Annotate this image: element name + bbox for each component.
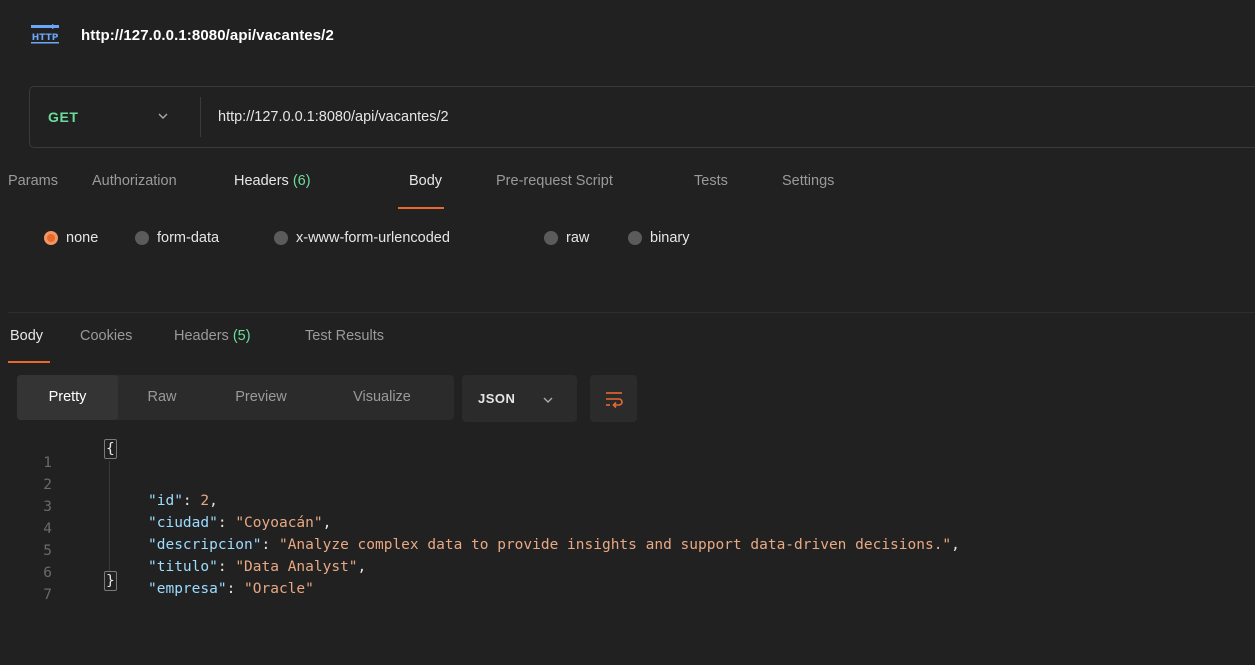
view-pretty-button[interactable]: Pretty [17, 375, 118, 420]
chevron-down-icon [543, 397, 553, 403]
response-tab-test-results[interactable]: Test Results [305, 328, 384, 344]
response-tab-headers[interactable]: Headers (5) [174, 328, 251, 344]
code-line: 6 "empresa": "Oracle" [8, 549, 1255, 597]
response-tab-cookies[interactable]: Cookies [80, 328, 132, 344]
tab-label: Params [8, 173, 58, 189]
tab-label: Body [10, 328, 44, 344]
radio-label: x-www-form-urlencoded [296, 230, 450, 246]
json-close-brace: } [104, 571, 117, 591]
tab-label: Pre-request Script [496, 173, 613, 189]
chevron-down-icon[interactable] [157, 111, 169, 121]
format-label: JSON [478, 391, 516, 406]
active-response-tab-indicator [8, 361, 50, 363]
radio-label: raw [566, 230, 590, 246]
request-response-divider[interactable] [8, 312, 1255, 313]
radio-label: none [66, 230, 99, 246]
radio-label: binary [650, 230, 690, 246]
code-line: 7 } [8, 571, 1255, 603]
code-line: 3 "ciudad": "Coyoacán", [8, 483, 1255, 531]
tab-count-badge: (5) [232, 328, 251, 344]
radio-label: form-data [157, 230, 220, 246]
tab-label: Headers [174, 328, 229, 344]
json-open-brace: { [104, 439, 117, 459]
radio-icon [135, 231, 149, 245]
tab-label: Body [409, 173, 443, 189]
tab-label: Test Results [305, 328, 384, 344]
radio-icon [628, 231, 642, 245]
svg-text:HTTP: HTTP [32, 33, 59, 43]
tab-label: Authorization [92, 173, 177, 189]
view-visualize-button[interactable]: Visualize [321, 375, 443, 420]
tab-authorization[interactable]: Authorization [92, 173, 177, 189]
tab-headers[interactable]: Headers (6) [234, 173, 311, 189]
tab-label: Cookies [80, 328, 133, 344]
response-view-modes: Pretty Raw Preview Visualize [17, 375, 454, 420]
response-tab-body[interactable]: Body [10, 328, 43, 344]
line-number: 7 [43, 587, 52, 603]
radio-icon [274, 231, 288, 245]
view-preview-button[interactable]: Preview [209, 375, 313, 420]
radio-icon [544, 231, 558, 245]
active-tab-indicator [398, 207, 444, 209]
tab-label: Settings [782, 173, 835, 189]
tab-params[interactable]: Params [8, 173, 58, 189]
radio-form-data[interactable]: form-data [135, 230, 219, 246]
radio-x-www-form-urlencoded[interactable]: x-www-form-urlencoded [274, 230, 450, 246]
view-raw-button[interactable]: Raw [123, 375, 201, 420]
request-title[interactable]: http://127.0.0.1:8080/api/vacantes/2 [81, 27, 334, 44]
format-select[interactable]: JSON [462, 375, 577, 422]
wrap-lines-icon [606, 392, 623, 409]
code-line: 1 { [8, 439, 1255, 471]
tab-settings[interactable]: Settings [782, 173, 834, 189]
tab-tests[interactable]: Tests [694, 173, 728, 189]
radio-binary[interactable]: binary [628, 230, 690, 246]
tab-body[interactable]: Body [409, 173, 442, 189]
url-bar: GET [29, 86, 1255, 148]
request-title-bar: HTTP http://127.0.0.1:8080/api/vacantes/… [8, 8, 1255, 73]
http-request-icon: HTTP [31, 24, 59, 44]
code-line: 2 "id": 2, [8, 461, 1255, 509]
tab-count-badge: (6) [292, 173, 311, 189]
radio-selected-icon [44, 231, 58, 245]
radio-raw[interactable]: raw [544, 230, 589, 246]
tab-label: Headers [234, 173, 289, 189]
tab-label: Tests [694, 173, 728, 189]
radio-none[interactable]: none [44, 230, 98, 246]
url-separator [200, 97, 201, 137]
postman-request-page: HTTP http://127.0.0.1:8080/api/vacantes/… [8, 8, 1255, 665]
http-method-select[interactable]: GET [48, 109, 79, 125]
wrap-lines-button[interactable] [590, 375, 637, 422]
tab-pre-request-script[interactable]: Pre-request Script [496, 173, 613, 189]
url-input[interactable] [218, 103, 1218, 131]
code-line: 4 "descripcion": "Analyze complex data t… [8, 505, 1255, 553]
code-line: 5 "titulo": "Data Analyst", [8, 527, 1255, 575]
